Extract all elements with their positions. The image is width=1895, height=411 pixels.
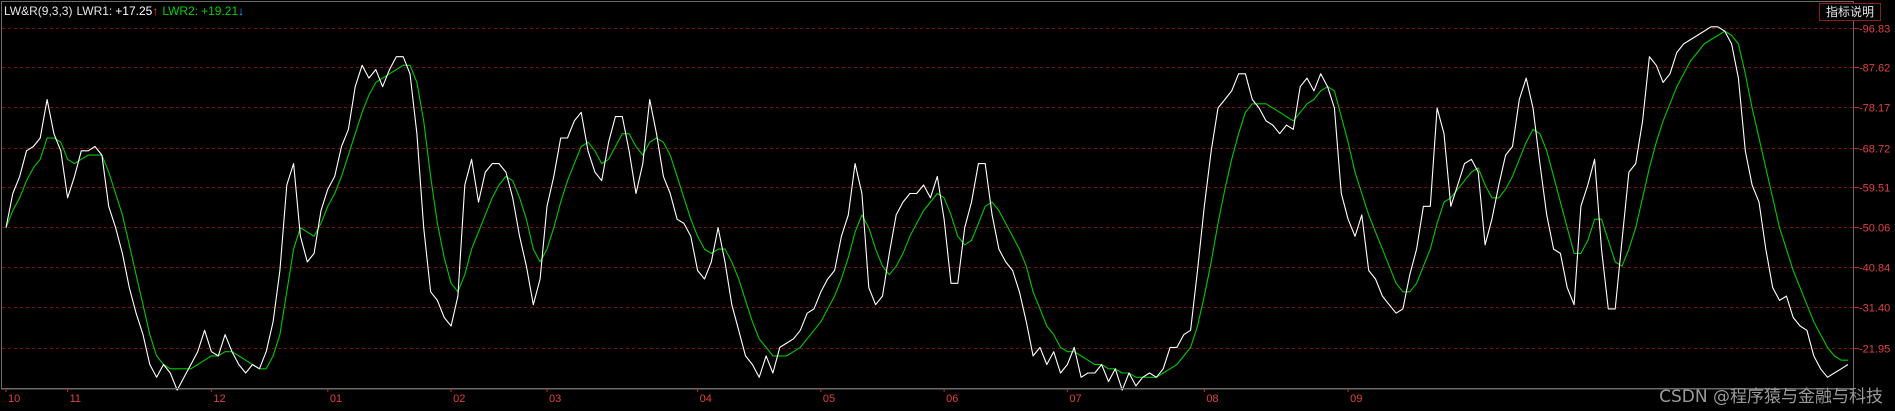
x-tick-label: 07 [1069,393,1081,405]
lwr1-value: +17.25 [115,4,153,18]
indicator-header: LW&R(9,3,3) LWR1: +17.25↑ LWR2: +19.21↓ [4,3,248,19]
series-line-lwr2 [5,30,1848,378]
x-tick-label: 03 [549,393,561,405]
y-tick-label: -50.06 [1859,223,1890,235]
y-axis: -96.83 -87.62 -78.17 -68.72 -59.51 -50.06 -40.… [1853,24,1890,356]
x-tick-label: 01 [330,393,342,405]
series-lines [5,26,1849,391]
x-tick-label: 09 [1350,393,1362,405]
x-tick-label: 04 [700,393,712,405]
x-tick-label: 05 [823,393,835,405]
series-line-lwr1 [5,26,1849,391]
y-tick-label: -59.51 [1859,183,1890,195]
y-tick-label: -96.83 [1859,24,1890,36]
lwr-chart[interactable]: -96.83 -87.62 -78.17 -68.72 -59.51 -50.06 -40.… [0,0,1895,411]
x-tick-label: 12 [213,393,225,405]
lwr2-value: +19.21 [201,4,239,18]
plot-frame [1,1,1854,390]
y-tick-label: -87.62 [1859,63,1890,75]
watermark: CSDN @程序猿与金融与科技 [1659,387,1883,407]
y-tick-label: -31.40 [1859,303,1890,315]
x-tick-label: 02 [453,393,465,405]
y-tick-label: -68.72 [1859,144,1890,156]
y-tick-label: -40.84 [1859,263,1890,275]
x-axis: 10 11 12 01 02 03 04 05 06 07 08 09 [2,388,1853,405]
x-tick-label: 11 [70,393,81,405]
lwr1-label: LWR1: [76,4,113,18]
x-tick-label: 08 [1206,393,1218,405]
lwr2-down-arrow-icon: ↓ [238,4,245,18]
lwr1-up-arrow-icon: ↑ [152,4,159,18]
y-tick-label: -21.95 [1859,344,1890,356]
indicator-name: LW&R(9,3,3) [4,4,73,18]
grid-lines [1,1,1854,390]
y-tick-label: -78.17 [1859,103,1890,115]
x-tick-label: 10 [8,393,20,405]
lwr2-label: LWR2: [162,4,199,18]
x-tick-label: 06 [946,393,958,405]
indicator-explain-button[interactable]: 指标说明 [1818,3,1881,21]
